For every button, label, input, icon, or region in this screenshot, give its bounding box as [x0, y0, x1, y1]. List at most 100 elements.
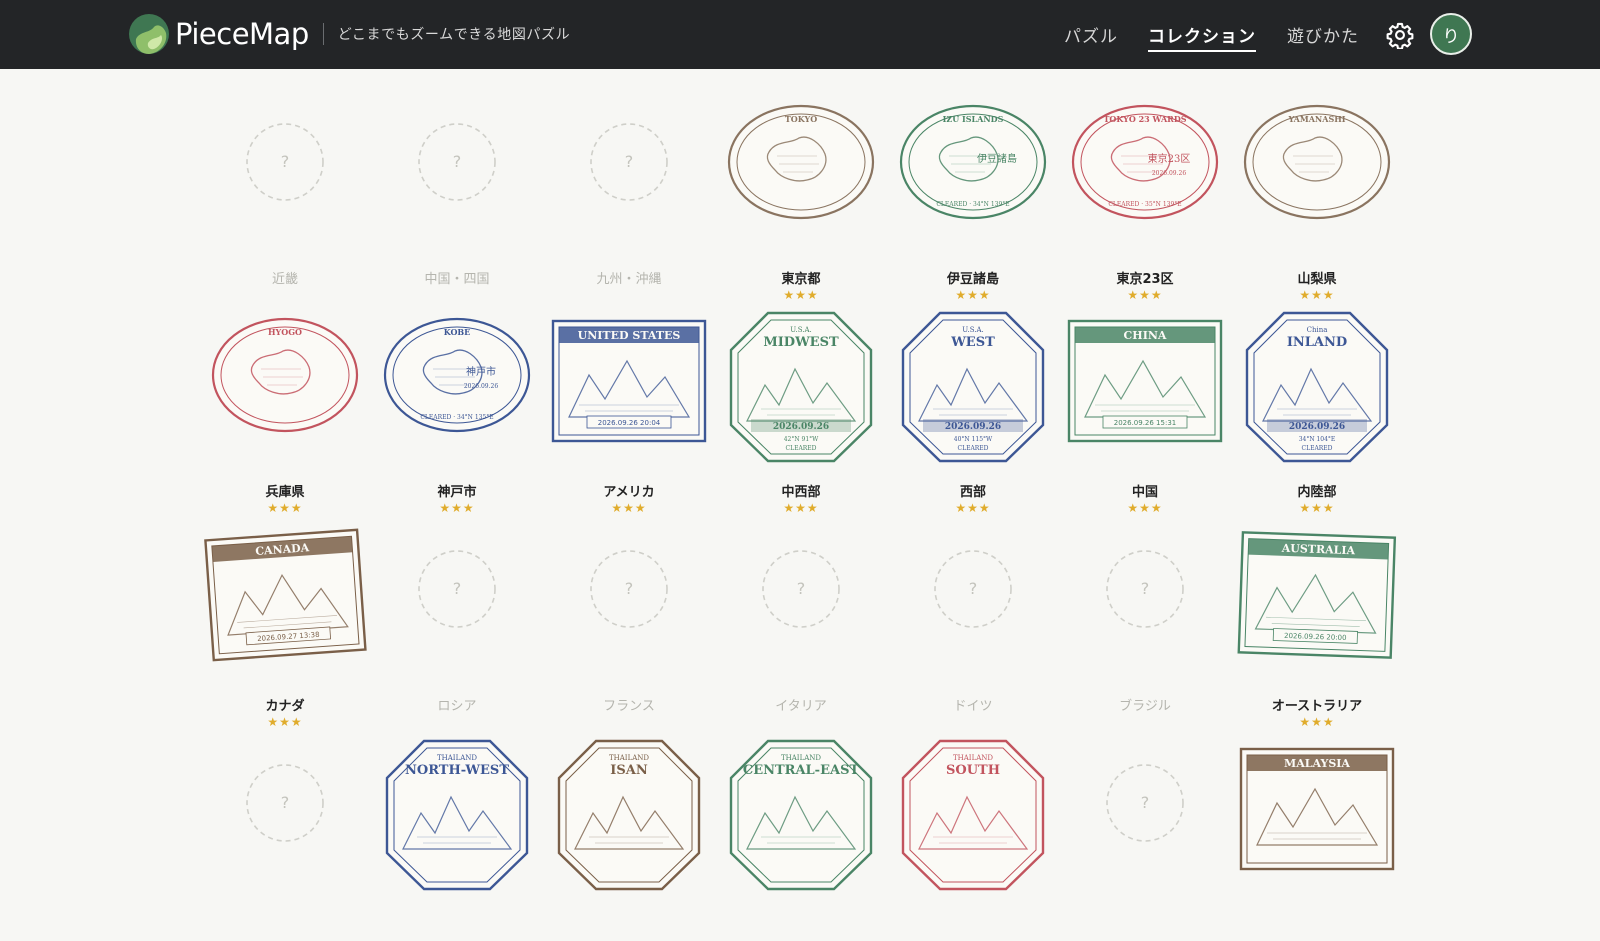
stamp-body: THAILANDISAN [557, 739, 701, 891]
nav-collection[interactable]: コレクション [1148, 22, 1256, 52]
stamp-banner-text: AUSTRALIA [1280, 542, 1355, 558]
stamp-small-text: THAILAND [781, 754, 821, 762]
stamp-top-text: TOKYO [785, 114, 817, 124]
stamp-slot[interactable]: KOBE 神戸市 2026.09.26 CLEARED · 34°N 135°E 神戸市… [377, 313, 537, 515]
stamp-oct: THAILANDNORTH-WEST [385, 739, 529, 891]
stamp-name: オーストラリア [1271, 699, 1363, 714]
stamp-oct: THAILANDSOUTH [901, 739, 1045, 891]
stamp-date: 2026.09.26 [773, 422, 829, 432]
stamp-bottom-text: CLEARED · 34°N 139°E [936, 201, 1009, 208]
stamp-slot[interactable]: AUSTRALIA 2026.09.26 20:00 オーストラリア ★★★ [1237, 527, 1397, 729]
question-mark: ? [625, 579, 634, 598]
stamp-slot[interactable]: THAILAND NORTH-WEST [377, 739, 537, 941]
stamp-small-text: THAILAND [609, 754, 649, 762]
question-mark: ? [625, 152, 634, 171]
stamp-slot[interactable]: MALAYSIA [1237, 741, 1397, 941]
stamp-banner-text: ISAN [610, 763, 648, 778]
stamp-banner-text: SOUTH [946, 763, 1000, 778]
gear-icon[interactable] [1386, 21, 1414, 49]
stamp-slot[interactable]: THAILAND SOUTH [893, 739, 1053, 941]
stamp-banner-text: INLAND [1287, 335, 1347, 350]
stamp-rect: CHINA 2026.09.26 15:31 [1067, 319, 1223, 443]
locked-stamp-placeholder: ? [590, 123, 668, 201]
stamp-name: 東京23区 [1116, 272, 1174, 287]
stamp-body: MALAYSIA [1239, 747, 1395, 871]
stamp-oval: IZU ISLANDS 伊豆諸島 CLEARED · 34°N 139°E [899, 104, 1047, 220]
locked-stamp-placeholder: ? [418, 550, 496, 628]
stamp-slot-locked[interactable]: ? ブラジル [1065, 527, 1225, 727]
main-nav: パズル コレクション 遊びかた [0, 0, 1600, 69]
stamp-body: UNITED STATES 2026.09.26 20:04 [551, 319, 707, 443]
stamp-name: 東京都 [781, 272, 821, 287]
stamp-banner-text: MIDWEST [763, 335, 839, 350]
stamp-small-text: U.S.A. [790, 326, 812, 334]
stamp-slot-locked[interactable]: ? 中国・四国 [377, 100, 537, 300]
stamp-small-text: U.S.A. [962, 326, 984, 334]
stamp-top-text: IZU ISLANDS [943, 114, 1004, 124]
stamp-body: U.S.A.WEST 2026.09.26 40°N 115°W CLEARED [901, 311, 1045, 463]
stamp-body: THAILANDNORTH-WEST [385, 739, 529, 891]
stamp-slot-locked[interactable]: ? ドイツ [893, 527, 1053, 727]
nav-puzzle[interactable]: パズル [1064, 22, 1118, 47]
question-mark: ? [1141, 579, 1150, 598]
stamp-banner-text: NORTH-WEST [405, 763, 509, 778]
stamp-oval: TOKYO [727, 104, 875, 220]
stamp-rect: MALAYSIA [1239, 747, 1395, 871]
stamp-banner-text: CENTRAL-EAST [743, 763, 860, 778]
stamp-banner-text: WEST [950, 335, 995, 350]
stamp-banner-text: UNITED STATES [578, 329, 681, 342]
stamp-slot-locked[interactable]: ? ロシア [377, 527, 537, 727]
star-rating: ★★★ [267, 715, 303, 729]
stamp-cleared-text: CLEARED [1302, 445, 1333, 452]
stamp-slot[interactable]: YAMANASHI 山梨県 ★★★ [1237, 100, 1397, 302]
stamp-slot[interactable]: U.S.A. MIDWEST 2026.09.26 42°N 91°W CLEARED 中… [721, 311, 881, 515]
stamp-coord: 34°N 104°E [1299, 436, 1336, 443]
stamp-body: CHINA 2026.09.26 15:31 [1067, 319, 1223, 443]
stamp-slot[interactable]: HYOGO 兵庫県 ★★★ [205, 313, 365, 515]
stamp-cleared-text: CLEARED [958, 445, 989, 452]
stamp-oval: TOKYO 23 WARDS 東京23区 2026.09.26 CLEARED · 3… [1071, 104, 1219, 220]
stamp-rect: UNITED STATES 2026.09.26 20:04 [551, 319, 707, 443]
stamp-center-text: 神戸市 [466, 365, 496, 378]
star-rating: ★★★ [1127, 288, 1163, 302]
stamp-oct: THAILANDCENTRAL-EAST [729, 739, 873, 891]
stamp-coord: 42°N 91°W [784, 436, 819, 443]
stamp-slot[interactable]: THAILAND ISAN [549, 739, 709, 941]
stamp-date: 2026.09.26 [945, 422, 1001, 432]
stamp-body: KOBE 神戸市 2026.09.26 CLEARED · 34°N 135°E [383, 317, 531, 433]
avatar[interactable]: り [1430, 13, 1472, 55]
stamp-slot-locked[interactable]: ? フランス [549, 527, 709, 727]
stamp-slot[interactable]: TOKYO 東京都 ★★★ [721, 100, 881, 302]
stamp-body: YAMANASHI [1243, 104, 1391, 220]
stamp-slot-locked[interactable]: ? イタリア [721, 527, 881, 727]
question-mark: ? [1141, 793, 1150, 812]
stamp-banner-text: CHINA [1124, 329, 1167, 342]
stamp-slot[interactable]: U.S.A. WEST 2026.09.26 40°N 115°W CLEARED 西部 ★… [893, 311, 1053, 515]
locked-stamp-placeholder: ? [1106, 550, 1184, 628]
star-rating: ★★★ [955, 501, 991, 515]
stamp-slot[interactable]: THAILAND CENTRAL-EAST [721, 739, 881, 941]
stamp-body: THAILANDSOUTH [901, 739, 1045, 891]
stamp-name: 近畿 [271, 272, 298, 287]
question-mark: ? [453, 152, 462, 171]
stamp-slot-locked[interactable]: ? [1065, 741, 1225, 941]
nav-how-to-play[interactable]: 遊びかた [1287, 22, 1359, 47]
stamp-name: フランス [603, 699, 655, 714]
stamp-slot[interactable]: CANADA 2026.09.27 13:38 カナダ ★★★ [204, 527, 367, 729]
stamp-slot[interactable]: UNITED STATES 2026.09.26 20:04 アメリカ ★★★ [549, 313, 709, 515]
stamp-oct: U.S.A.WEST 2026.09.26 40°N 115°W CLEARED [901, 311, 1045, 463]
stamp-slot[interactable]: China INLAND 2026.09.26 34°N 104°E CLEARED 内陸… [1237, 311, 1397, 515]
stamp-slot-locked[interactable]: ? 近畿 [205, 100, 365, 300]
stamp-small-text: THAILAND [437, 754, 477, 762]
stamp-slot-locked[interactable]: ? 九州・沖縄 [549, 100, 709, 300]
stamp-bottom-text: CLEARED · 34°N 135°E [420, 414, 493, 421]
locked-stamp-placeholder: ? [762, 550, 840, 628]
stamp-slot[interactable]: CHINA 2026.09.26 15:31 中国 ★★★ [1065, 313, 1225, 515]
star-rating: ★★★ [1299, 501, 1335, 515]
stamp-slot-locked[interactable]: ? [205, 741, 365, 941]
star-rating: ★★★ [1299, 715, 1335, 729]
stamp-slot[interactable]: TOKYO 23 WARDS 東京23区 2026.09.26 CLEARED · 3… [1065, 100, 1225, 302]
stamp-top-text: HYOGO [268, 327, 302, 337]
question-mark: ? [281, 793, 290, 812]
stamp-slot[interactable]: IZU ISLANDS 伊豆諸島 CLEARED · 34°N 139°E 伊豆諸島 ★… [893, 100, 1053, 302]
